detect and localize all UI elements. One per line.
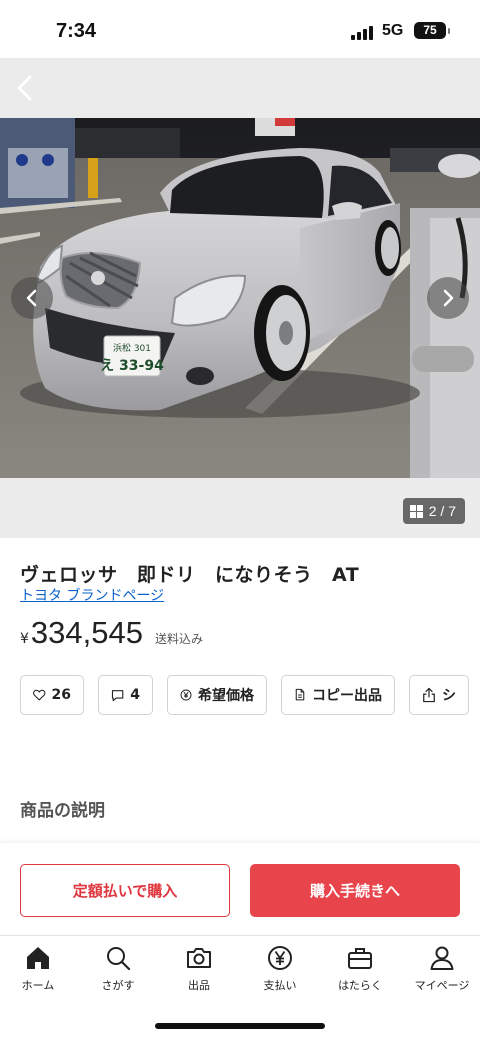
offer-price-button[interactable]: 希望価格 xyxy=(167,675,267,715)
camera-icon xyxy=(187,948,211,968)
heart-icon xyxy=(33,689,46,701)
image-counter[interactable]: 2 / 7 xyxy=(402,498,465,524)
network-type: 5G xyxy=(382,22,404,39)
comment-count: 4 xyxy=(130,687,140,703)
description-heading: 商品の説明 xyxy=(20,801,105,821)
share-button[interactable]: シ xyxy=(409,675,469,715)
home-indicator xyxy=(155,1023,325,1029)
copy-listing-label: コピー出品 xyxy=(312,688,382,704)
product-page: 7:34 5G 75 浜松 301 え 33-94 2 / 7 ヴェロッサ 即ド… xyxy=(0,0,480,1039)
chevron-left-icon xyxy=(26,289,37,307)
copy-listing-button[interactable]: コピー出品 xyxy=(281,675,395,715)
gallery-next-button[interactable] xyxy=(427,277,469,319)
tab-sell-label: 出品 xyxy=(188,979,210,992)
share-icon xyxy=(423,687,435,703)
buy-button[interactable]: 購入手続きへ xyxy=(250,864,460,917)
tab-mypage-label: マイページ xyxy=(414,979,470,992)
chevron-right-icon xyxy=(443,289,454,307)
person-icon xyxy=(430,946,454,970)
chevron-left-icon xyxy=(17,75,32,101)
offer-price-label: 希望価格 xyxy=(198,688,254,704)
payment-icon xyxy=(268,946,292,970)
comment-button[interactable]: 4 xyxy=(98,675,153,715)
tab-mypage[interactable]: マイページ xyxy=(402,944,480,993)
action-row: 26 4 希望価格 コピー出品 シ xyxy=(20,675,469,715)
comment-icon xyxy=(111,689,124,701)
tab-payment[interactable]: 支払い xyxy=(240,944,320,993)
product-photo[interactable]: 浜松 301 え 33-94 xyxy=(0,118,480,478)
currency-symbol: ¥ xyxy=(20,631,29,647)
plate-bottom-text: え 33-94 xyxy=(100,358,164,374)
purchase-bar: 定額払いで購入 購入手続きへ xyxy=(0,843,480,935)
tab-home[interactable]: ホーム xyxy=(0,944,78,993)
tab-work[interactable]: はたらく xyxy=(320,944,400,993)
shipping-note: 送料込み xyxy=(154,632,203,646)
tab-search[interactable]: さがす xyxy=(78,944,158,993)
item-price: 334,545 xyxy=(30,615,143,650)
like-count: 26 xyxy=(51,687,71,703)
car-photo: 浜松 301 え 33-94 xyxy=(0,118,480,478)
status-bar: 7:34 5G 75 xyxy=(0,0,480,58)
image-counter-text: 2 / 7 xyxy=(428,503,456,519)
top-nav xyxy=(0,58,480,118)
back-button[interactable] xyxy=(10,68,42,108)
like-button[interactable]: 26 xyxy=(20,675,84,715)
grid-icon xyxy=(409,504,423,518)
status-time: 7:34 xyxy=(56,20,97,42)
briefcase-icon xyxy=(348,948,372,969)
gallery-prev-button[interactable] xyxy=(11,277,53,319)
search-icon xyxy=(107,947,131,971)
tab-work-label: はたらく xyxy=(338,979,382,992)
tab-payment-label: 支払い xyxy=(263,979,297,992)
copy-icon xyxy=(295,688,305,701)
tab-home-label: ホーム xyxy=(21,979,55,992)
signal-icon xyxy=(351,26,373,40)
yen-circle-icon xyxy=(180,689,192,701)
fixed-payment-button[interactable]: 定額払いで購入 xyxy=(20,864,230,917)
share-label: シ xyxy=(442,688,456,704)
bottom-tab-bar: ホーム さがす 出品 支払い はたらく マイページ xyxy=(0,935,480,1039)
gallery-footer: 2 / 7 xyxy=(0,478,480,538)
home-icon xyxy=(27,947,49,969)
plate-top-text: 浜松 301 xyxy=(113,342,151,354)
tab-search-label: さがす xyxy=(101,979,135,992)
item-title: ヴェロッサ 即ドリ になりそう AT xyxy=(20,564,360,586)
tab-sell[interactable]: 出品 xyxy=(159,944,239,993)
price-row: ¥ 334,545 送料込み xyxy=(20,615,203,651)
battery-icon: 75 xyxy=(414,22,450,39)
brand-page-link[interactable]: トヨタ ブランドページ xyxy=(20,585,164,605)
